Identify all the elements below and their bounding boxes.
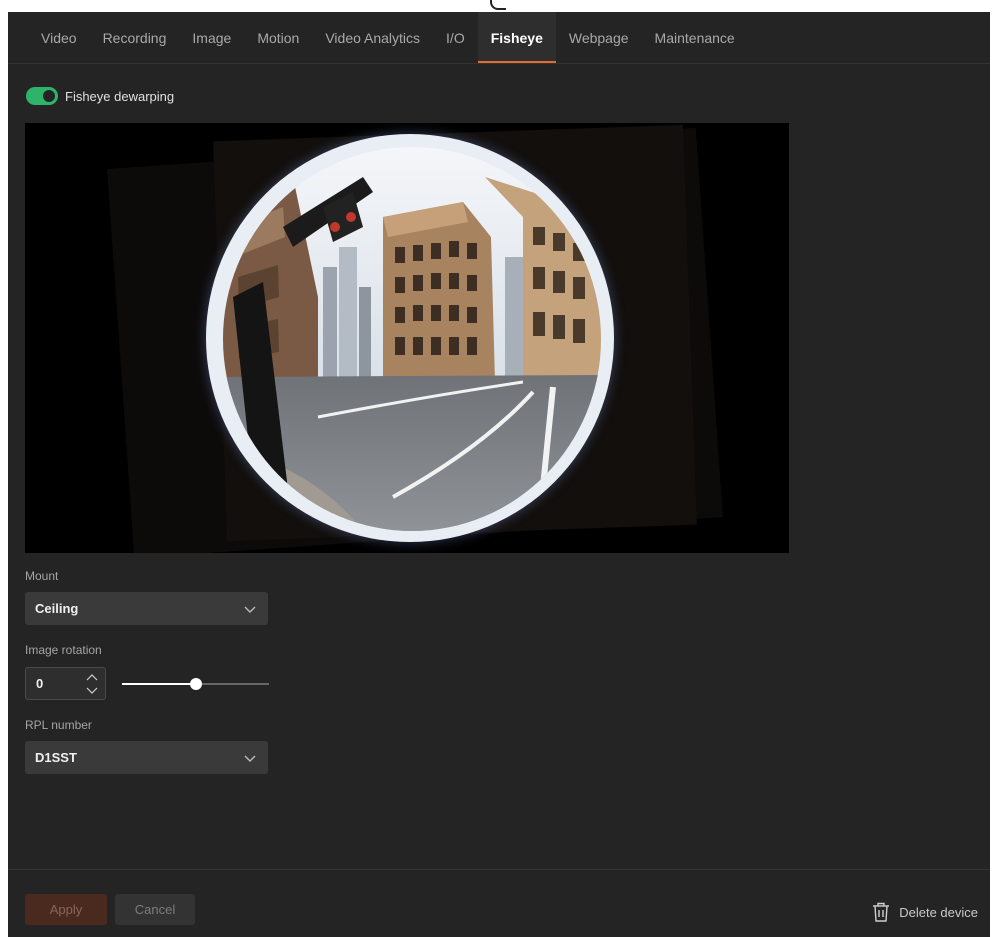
stepper-arrows-icon[interactable] [85, 670, 99, 698]
tab-i-o[interactable]: I/O [433, 12, 478, 63]
image-rotation-label: Image rotation [25, 643, 102, 657]
top-edge [0, 0, 996, 12]
rpl-number-label: RPL number [25, 718, 92, 732]
tab-video[interactable]: Video [28, 12, 90, 63]
tab-fisheye[interactable]: Fisheye [477, 12, 557, 63]
tab-recording[interactable]: Recording [90, 12, 180, 63]
fisheye-dewarping-row: Fisheye dewarping [26, 87, 174, 105]
delete-device-button[interactable]: Delete device [871, 901, 978, 923]
image-rotation-slider[interactable] [122, 677, 269, 691]
tab-maintenance[interactable]: Maintenance [642, 12, 748, 63]
tab-webpage[interactable]: Webpage [556, 12, 642, 63]
fisheye-dewarping-label: Fisheye dewarping [65, 88, 175, 104]
tab-bar: Video Recording Image Motion Video Analytics… [8, 12, 990, 64]
slider-fill [122, 683, 196, 685]
trash-icon [873, 902, 890, 922]
fisheye-preview [25, 123, 789, 553]
tab-motion[interactable]: Motion [244, 12, 312, 63]
footer-divider [8, 869, 990, 870]
image-rotation-stepper[interactable]: 0 [25, 667, 106, 700]
fisheye-scene-art [223, 147, 601, 531]
rpl-number-select-value: D1SST [35, 750, 77, 765]
cancel-button[interactable]: Cancel [115, 894, 195, 925]
fisheye-settings-panel: Video Recording Image Motion Video Analytics… [8, 12, 990, 937]
slider-thumb[interactable] [189, 678, 202, 690]
chevron-down-icon [244, 606, 256, 613]
fisheye-dewarping-toggle[interactable] [26, 87, 58, 105]
image-rotation-value: 0 [36, 676, 44, 691]
cropped-glyph [490, 0, 506, 10]
tab-video-analytics[interactable]: Video Analytics [312, 12, 433, 63]
mount-select[interactable]: Ceiling [25, 592, 268, 625]
mount-select-value: Ceiling [35, 601, 79, 616]
toggle-knob [42, 89, 56, 103]
mount-label: Mount [25, 569, 59, 583]
apply-button[interactable]: Apply [25, 894, 107, 925]
fisheye-preview-image [223, 147, 601, 531]
tab-image[interactable]: Image [179, 12, 244, 63]
rpl-number-select[interactable]: D1SST [25, 741, 268, 774]
delete-device-label: Delete device [899, 904, 978, 920]
chevron-down-icon [244, 755, 256, 762]
